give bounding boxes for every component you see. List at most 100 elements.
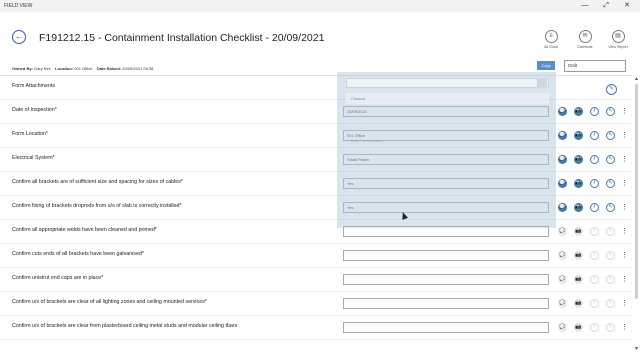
camera-icon[interactable]: 📷 bbox=[574, 131, 583, 140]
back-button[interactable]: ← bbox=[12, 30, 26, 44]
question-label: Confirm cuts ends of all brackets have b… bbox=[12, 251, 144, 257]
more-icon[interactable]: ⋮ bbox=[621, 323, 628, 331]
close-button[interactable]: ✕ bbox=[617, 1, 637, 11]
scroll-down-icon[interactable]: ▼ bbox=[634, 346, 639, 352]
overlay-search-field[interactable] bbox=[346, 78, 549, 88]
more-icon[interactable]: ⋮ bbox=[621, 179, 628, 187]
attach-icon[interactable]: ✎ bbox=[606, 275, 615, 284]
scroll-thumb[interactable] bbox=[635, 84, 638, 299]
camera-icon[interactable]: 📷 bbox=[574, 227, 583, 236]
form-meta: Owned By: Gary Kirk Location: 001 Office… bbox=[12, 66, 153, 71]
answer-field[interactable] bbox=[343, 298, 549, 309]
info-icon[interactable]: f bbox=[590, 251, 599, 260]
app-title: FIELD VIEW bbox=[4, 3, 33, 9]
overlay-hint: Enter Form Location bbox=[351, 139, 383, 143]
question-label: Confirm u/s of brackets are clear from p… bbox=[12, 323, 238, 329]
camera-icon[interactable]: 📷 bbox=[574, 299, 583, 308]
info-icon[interactable]: f bbox=[590, 179, 599, 188]
form-row: Confirm u/s of brackets are clear of all… bbox=[0, 292, 632, 316]
copy-button[interactable]: Copy bbox=[537, 61, 555, 70]
location-value: 001 Office bbox=[74, 66, 93, 71]
view-report-button[interactable]: ▤ View Report bbox=[605, 30, 631, 49]
answer-field[interactable] bbox=[343, 322, 549, 333]
question-label: Form Location* bbox=[12, 131, 48, 137]
comment-icon[interactable]: 💬 bbox=[558, 275, 567, 284]
attach-icon[interactable]: ✎ bbox=[606, 107, 615, 116]
answer-field[interactable] bbox=[343, 274, 549, 285]
comment-icon[interactable]: 💬 bbox=[558, 131, 567, 140]
more-icon[interactable]: ⋮ bbox=[621, 107, 628, 115]
comment-icon[interactable]: 💬 bbox=[558, 203, 567, 212]
info-icon[interactable]: f bbox=[590, 131, 599, 140]
question-label: Confirm unistrut end caps are in place* bbox=[12, 275, 104, 281]
overlay-clear-button[interactable] bbox=[537, 78, 547, 88]
more-icon[interactable]: ⋮ bbox=[621, 203, 628, 211]
question-label: Date of Inspection* bbox=[12, 107, 57, 113]
attach-icon[interactable]: ✎ bbox=[606, 203, 615, 212]
attach-icon[interactable]: ✎ bbox=[606, 227, 615, 236]
info-icon[interactable]: f bbox=[590, 275, 599, 284]
camera-icon[interactable]: 📷 bbox=[574, 179, 583, 188]
dropdown-overlay[interactable]: Cleared Enter Form Location bbox=[337, 72, 556, 228]
location-label: Location: bbox=[55, 66, 74, 71]
status-dropdown[interactable]: Draft bbox=[564, 60, 626, 72]
camera-icon[interactable]: 📷 bbox=[574, 323, 583, 332]
all-good-button[interactable]: ≡ All Good bbox=[538, 30, 564, 49]
camera-icon[interactable]: 📷 bbox=[574, 203, 583, 212]
camera-icon[interactable]: 📷 bbox=[574, 275, 583, 284]
info-icon[interactable]: f bbox=[590, 203, 599, 212]
question-label: Confirm all appropriate welds have been … bbox=[12, 227, 157, 233]
info-icon[interactable]: f bbox=[590, 299, 599, 308]
attach-icon[interactable]: ✎ bbox=[606, 155, 615, 164]
camera-icon[interactable]: 📷 bbox=[574, 251, 583, 260]
all-good-icon: ≡ bbox=[544, 30, 558, 43]
question-label: Confirm u/s of brackets are clear of all… bbox=[12, 299, 207, 305]
attach-icon[interactable]: ✎ bbox=[606, 299, 615, 308]
all-good-label: All Good bbox=[544, 45, 558, 49]
more-icon[interactable]: ⋮ bbox=[621, 131, 628, 139]
arrow-left-icon: ← bbox=[14, 31, 24, 41]
info-icon[interactable]: f bbox=[590, 107, 599, 116]
more-icon[interactable]: ⋮ bbox=[621, 299, 628, 307]
attach-icon[interactable]: ✎ bbox=[606, 131, 615, 140]
report-icon: ▤ bbox=[611, 30, 625, 43]
distribute-button[interactable]: ✉ Distribute bbox=[572, 30, 598, 49]
form-row: Confirm unistrut end caps are in place* … bbox=[0, 268, 632, 292]
more-icon[interactable]: ⋮ bbox=[621, 275, 628, 283]
distribute-label: Distribute bbox=[577, 45, 593, 49]
camera-icon[interactable]: 📷 bbox=[574, 107, 583, 116]
answer-field[interactable] bbox=[343, 250, 549, 261]
question-label: Confirm fixing of brackets droprods from… bbox=[12, 203, 182, 209]
comment-icon[interactable]: 💬 bbox=[558, 251, 567, 260]
more-icon[interactable]: ⋮ bbox=[621, 251, 628, 259]
camera-icon[interactable]: 📷 bbox=[574, 155, 583, 164]
attach-icon[interactable]: ✎ bbox=[606, 179, 615, 188]
question-label: Electrical System* bbox=[12, 155, 55, 161]
owned-by-label: Owned By: bbox=[12, 66, 33, 71]
scroll-up-icon[interactable]: ▲ bbox=[634, 76, 639, 82]
comment-icon[interactable]: 💬 bbox=[558, 155, 567, 164]
info-icon[interactable]: f bbox=[590, 323, 599, 332]
paperclip-icon[interactable]: ✎ bbox=[606, 84, 617, 95]
info-icon[interactable]: f bbox=[590, 155, 599, 164]
comment-icon[interactable]: 💬 bbox=[558, 323, 567, 332]
title-bar: FIELD VIEW — ⤢ ✕ bbox=[0, 0, 640, 12]
comment-icon[interactable]: 💬 bbox=[558, 227, 567, 236]
attach-icon[interactable]: ✎ bbox=[606, 251, 615, 260]
comment-icon[interactable]: 💬 bbox=[558, 107, 567, 116]
question-label: Form Attachments bbox=[12, 83, 55, 89]
info-icon[interactable]: f bbox=[590, 227, 599, 236]
restore-button[interactable]: ⤢ bbox=[596, 1, 616, 11]
attach-icon[interactable]: ✎ bbox=[606, 323, 615, 332]
owned-by-value: Gary Kirk bbox=[34, 66, 51, 71]
date-raised-label: Date Raised: bbox=[96, 66, 122, 71]
comment-icon[interactable]: 💬 bbox=[558, 299, 567, 308]
minimize-button[interactable]: — bbox=[575, 1, 595, 11]
vertical-scrollbar[interactable]: ▲ ▼ bbox=[633, 76, 640, 360]
form-row: Confirm u/s of brackets are clear from p… bbox=[0, 316, 632, 340]
view-report-label: View Report bbox=[608, 45, 628, 49]
form-row: Confirm cuts ends of all brackets have b… bbox=[0, 244, 632, 268]
comment-icon[interactable]: 💬 bbox=[558, 179, 567, 188]
more-icon[interactable]: ⋮ bbox=[621, 155, 628, 163]
more-icon[interactable]: ⋮ bbox=[621, 227, 628, 235]
